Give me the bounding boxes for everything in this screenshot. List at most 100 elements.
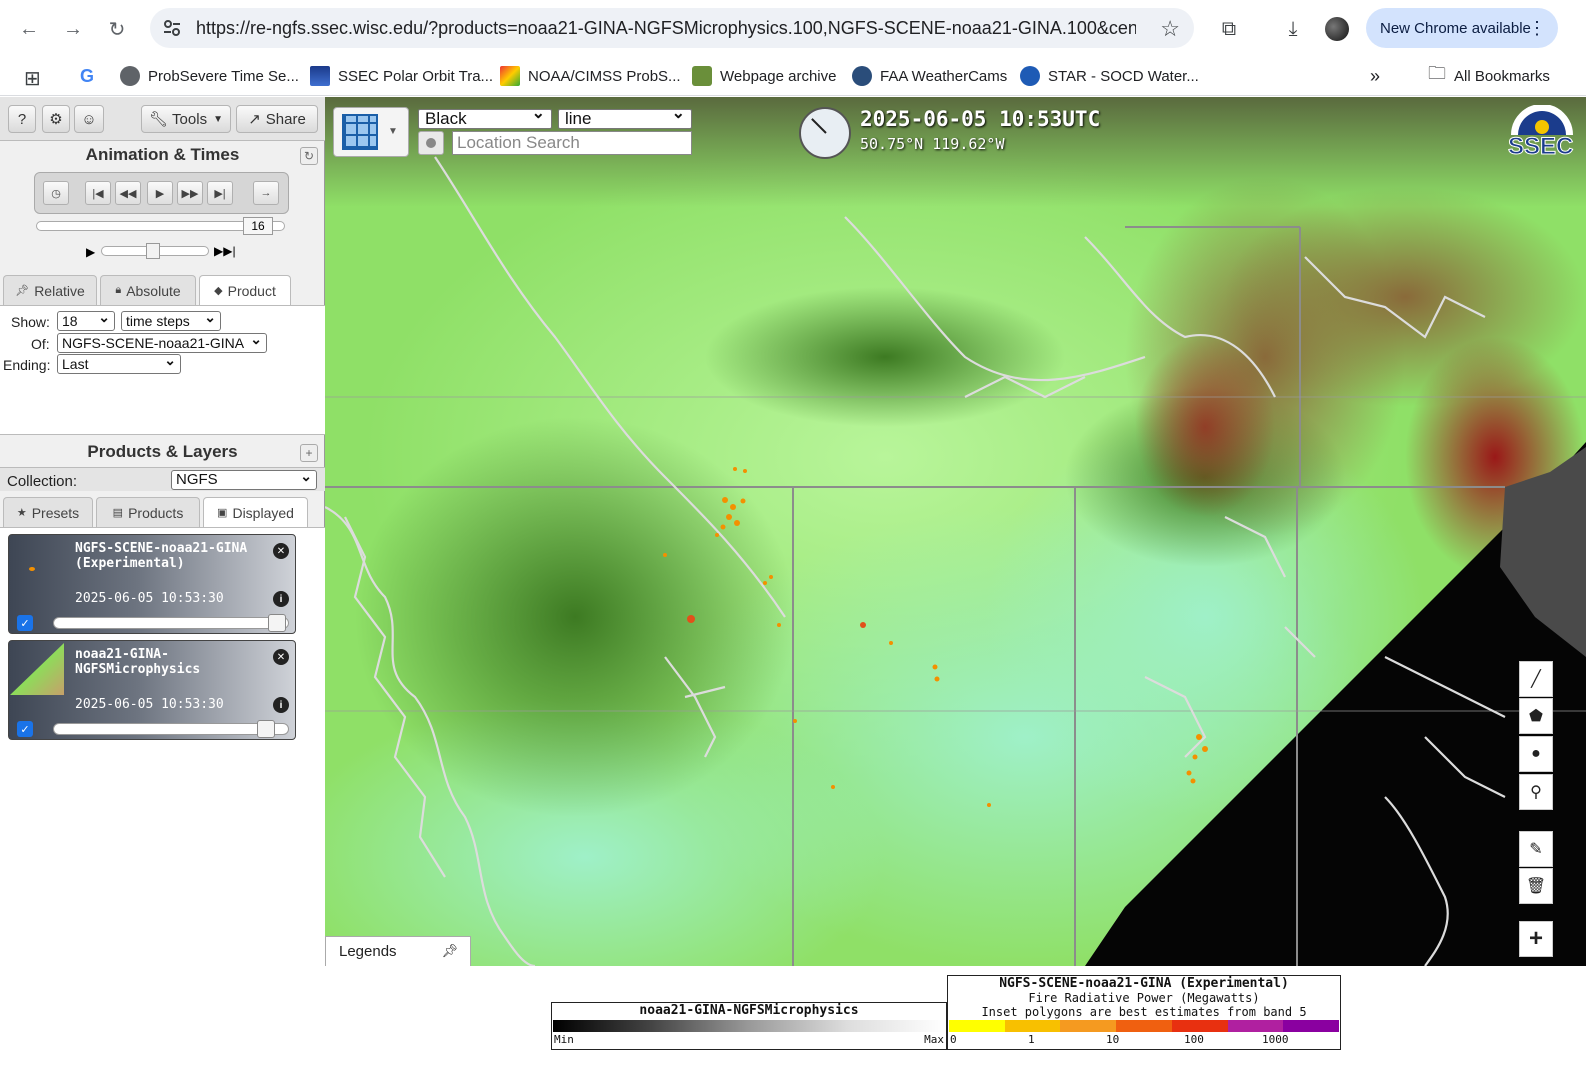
zoom-in-icon[interactable]: + [1519, 921, 1553, 957]
settings-gear-icon[interactable]: ⚙ [42, 105, 70, 133]
bookmark-star-icon[interactable]: ☆ [1160, 16, 1180, 42]
first-frame-icon[interactable]: |◀ [85, 181, 111, 205]
bookmark-faa-weathercams[interactable]: FAA WeatherCams [852, 64, 1007, 88]
url-text[interactable]: https://re-ngfs.ssec.wisc.edu/?products=… [196, 18, 1136, 39]
image-icon: ▣ [217, 507, 228, 519]
speed-play-icon[interactable]: ▶ [86, 245, 95, 259]
of-label: Of: [31, 336, 50, 352]
tab-products[interactable]: ▤ Products [96, 497, 200, 527]
tab-relative[interactable]: 📌︎ Relative [3, 275, 97, 305]
location-search-input[interactable]: Location Search [452, 131, 692, 155]
show-count-input[interactable]: 18 [57, 311, 115, 331]
boundary-style-select[interactable]: line [558, 105, 692, 129]
caret-down-icon: ▼ [213, 113, 223, 125]
info-icon[interactable]: i [273, 697, 289, 713]
draw-marker-icon[interactable]: ⚲ [1519, 774, 1553, 810]
pin-icon[interactable]: 📌︎ [441, 943, 458, 959]
opacity-knob[interactable] [257, 720, 276, 738]
new-chrome-label: New Chrome available [1380, 19, 1531, 37]
download-icon[interactable]: ⤓ [1278, 14, 1308, 44]
star-icon: ★ [16, 507, 27, 519]
show-unit-select[interactable]: time steps [121, 311, 221, 331]
jump-arrow-icon[interactable]: → [253, 181, 279, 205]
forward-icon[interactable]: → [58, 14, 88, 44]
tab-relative-label: Relative [34, 282, 85, 299]
frame-slider-handle[interactable]: 16 [243, 217, 273, 235]
step-forward-icon[interactable]: ▶▶ [177, 181, 203, 205]
grid-map-icon [342, 114, 378, 150]
layer-thumbnail [10, 643, 64, 695]
satellite-map[interactable]: ▼ Black line Location Search 2025-06-05 … [325, 97, 1586, 966]
more-bookmarks-icon[interactable]: » [1370, 64, 1380, 88]
of-product-select[interactable]: NGFS-SCENE-noaa21-GINA [57, 333, 267, 353]
opacity-knob[interactable] [268, 614, 286, 632]
kebab-menu-icon[interactable]: ⋮ [1528, 18, 1546, 39]
tab-product[interactable]: ◆ Product [199, 275, 291, 305]
location-button[interactable] [418, 131, 444, 155]
layer-card-ngfs-scene[interactable]: NGFS-SCENE-noaa21-GINA (Experimental) 20… [8, 534, 296, 634]
draw-polygon-icon[interactable]: ⬟ [1519, 698, 1553, 734]
collection-select[interactable]: NGFS [171, 470, 317, 490]
close-icon[interactable]: ✕ [273, 543, 289, 559]
layer-time: 2025-06-05 10:53:30 [75, 697, 224, 712]
basemap-color-select[interactable]: Black [418, 105, 552, 129]
apps-grid-icon[interactable]: ⊞ [24, 66, 41, 91]
draw-circle-icon[interactable]: ● [1519, 736, 1553, 772]
bookmark-noaa-cimss[interactable]: NOAA/CIMSS ProbS... [500, 64, 681, 88]
speed-slider-handle[interactable] [146, 243, 160, 259]
close-icon[interactable]: ✕ [273, 649, 289, 665]
layer-visible-checkbox[interactable]: ✓ [17, 721, 33, 737]
share-button[interactable]: ↗ Share [236, 105, 318, 133]
frame-slider[interactable]: 16 [36, 217, 285, 235]
legends-tab[interactable]: Legends 📌︎ [325, 936, 471, 966]
bookmark-probsevere[interactable]: ProbSevere Time Se... [120, 64, 299, 88]
layer-card-microphysics[interactable]: noaa21-GINA-NGFSMicrophysics 2025-06-05 … [8, 640, 296, 740]
tab-displayed[interactable]: ▣ Displayed [203, 497, 308, 527]
play-icon[interactable]: ▶ [147, 181, 173, 205]
ending-select[interactable]: Last [57, 354, 181, 374]
trash-icon[interactable]: 🗑︎ [1519, 868, 1553, 904]
help-icon[interactable]: ? [8, 105, 36, 133]
site-info-icon[interactable] [160, 16, 184, 40]
tab-presets[interactable]: ★ Presets [3, 497, 93, 527]
layer-opacity-slider[interactable] [53, 720, 289, 738]
all-bookmarks[interactable]: 🗀 All Bookmarks [1428, 63, 1550, 88]
layer-switcher-button[interactable]: ▼ [333, 107, 409, 157]
colorbar-segment [1060, 1020, 1117, 1032]
new-chrome-button[interactable]: New Chrome available ⋮ [1366, 8, 1558, 48]
profile-avatar[interactable] [1322, 14, 1352, 44]
draw-line-icon[interactable]: ╱ [1519, 661, 1553, 697]
step-back-icon[interactable]: ◀◀ [115, 181, 141, 205]
speed-fast-icon[interactable]: ▶▶| [214, 244, 236, 258]
user-icon[interactable]: ☺ [74, 105, 104, 133]
refresh-icon[interactable]: ↻ [300, 147, 318, 165]
bookmark-webpage-archive[interactable]: Webpage archive [692, 64, 836, 88]
back-icon[interactable]: ← [14, 14, 44, 44]
last-frame-icon[interactable]: ▶| [207, 181, 233, 205]
clock-icon[interactable]: ◷ [43, 181, 69, 205]
layer-opacity-slider[interactable] [53, 614, 289, 632]
bookmark-ssec-polar[interactable]: SSEC Polar Orbit Tra... [310, 64, 493, 88]
tab-absolute[interactable]: 🔒︎ Absolute [100, 275, 196, 305]
layer-time: 2025-06-05 10:53:30 [75, 591, 224, 606]
bookmark-star-socd[interactable]: STAR - SOCD Water... [1020, 64, 1199, 88]
speed-slider[interactable] [101, 243, 209, 259]
pin-icon: 📌︎ [15, 285, 30, 297]
add-icon[interactable]: + [300, 444, 318, 462]
info-icon[interactable]: i [273, 591, 289, 607]
bookmark-label: STAR - SOCD Water... [1048, 67, 1199, 85]
datetime-readout: 2025-06-05 10:53UTC [860, 107, 1101, 131]
edit-icon[interactable]: ✎ [1519, 831, 1553, 867]
layer-visible-checkbox[interactable]: ✓ [17, 615, 33, 631]
tab-absolute-label: Absolute [126, 282, 181, 299]
colorbar-segment [1171, 1020, 1228, 1032]
extensions-icon[interactable]: ⧉ [1214, 14, 1244, 44]
animation-controls: ◷ |◀ ◀◀ ▶ ▶▶ ▶| → [34, 172, 289, 214]
radar-icon [500, 66, 520, 86]
address-bar[interactable]: https://re-ngfs.ssec.wisc.edu/?products=… [150, 8, 1194, 48]
sidebar: ? ⚙ ☺ 🔧︎ Tools ▼ ↗ Share Animation & Tim… [0, 97, 325, 1072]
tab-product-label: Product [227, 282, 276, 299]
google-bookmark-icon[interactable]: G [80, 64, 94, 88]
reload-icon[interactable]: ↻ [102, 14, 132, 44]
tools-button[interactable]: 🔧︎ Tools ▼ [141, 105, 231, 133]
